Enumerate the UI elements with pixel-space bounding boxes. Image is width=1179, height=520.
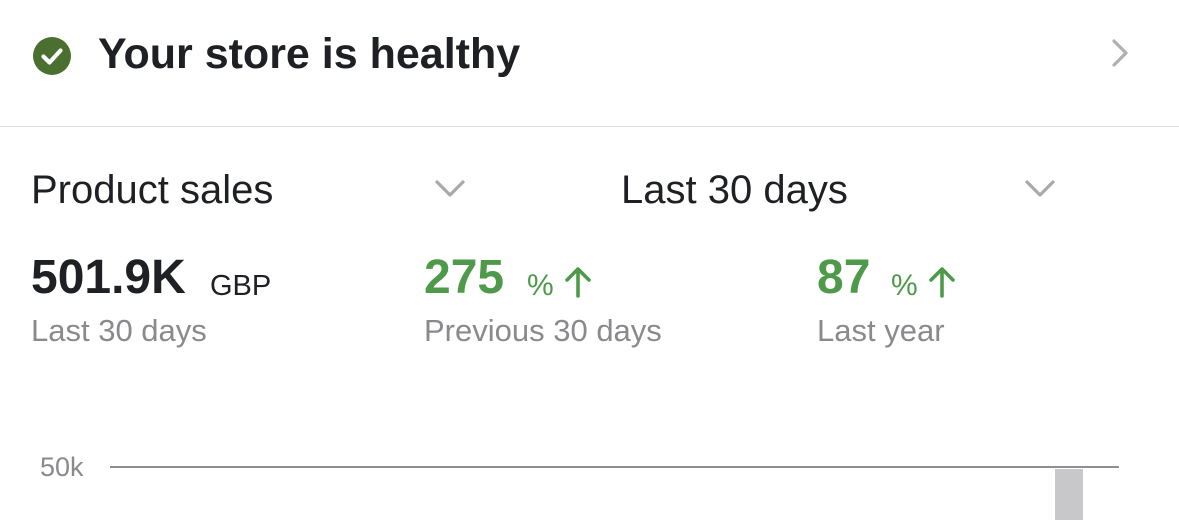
arrow-up-icon — [929, 267, 955, 298]
check-circle-icon — [33, 37, 71, 75]
y-tick-label: 50k — [40, 452, 84, 482]
store-health-text: Your store is healthy — [98, 30, 521, 78]
previous-caption: Previous 30 days — [424, 313, 662, 348]
currency-unit: GBP — [210, 270, 272, 302]
previous-change-value: 275 — [424, 251, 505, 304]
sales-chart: 50k — [40, 452, 1119, 520]
chevron-down-icon — [1025, 180, 1055, 197]
chevron-down-icon — [435, 180, 465, 197]
arrow-up-icon — [565, 267, 591, 298]
last-year-caption: Last year — [817, 313, 945, 348]
primary-sales-value: 501.9K — [31, 251, 186, 304]
metric-select-label: Product sales — [31, 168, 274, 212]
metric-select[interactable]: Product sales — [31, 160, 471, 220]
percent-sign: % — [527, 269, 554, 302]
store-health-row[interactable]: Your store is healthy — [0, 0, 1179, 127]
period-select-label: Last 30 days — [621, 168, 848, 212]
chart-bar — [1055, 469, 1083, 520]
last-year-change-value: 87 — [817, 251, 871, 304]
primary-caption: Last 30 days — [31, 313, 207, 348]
chevron-right-icon — [1112, 39, 1128, 67]
period-select[interactable]: Last 30 days — [621, 160, 1061, 220]
percent-sign: % — [891, 269, 918, 302]
